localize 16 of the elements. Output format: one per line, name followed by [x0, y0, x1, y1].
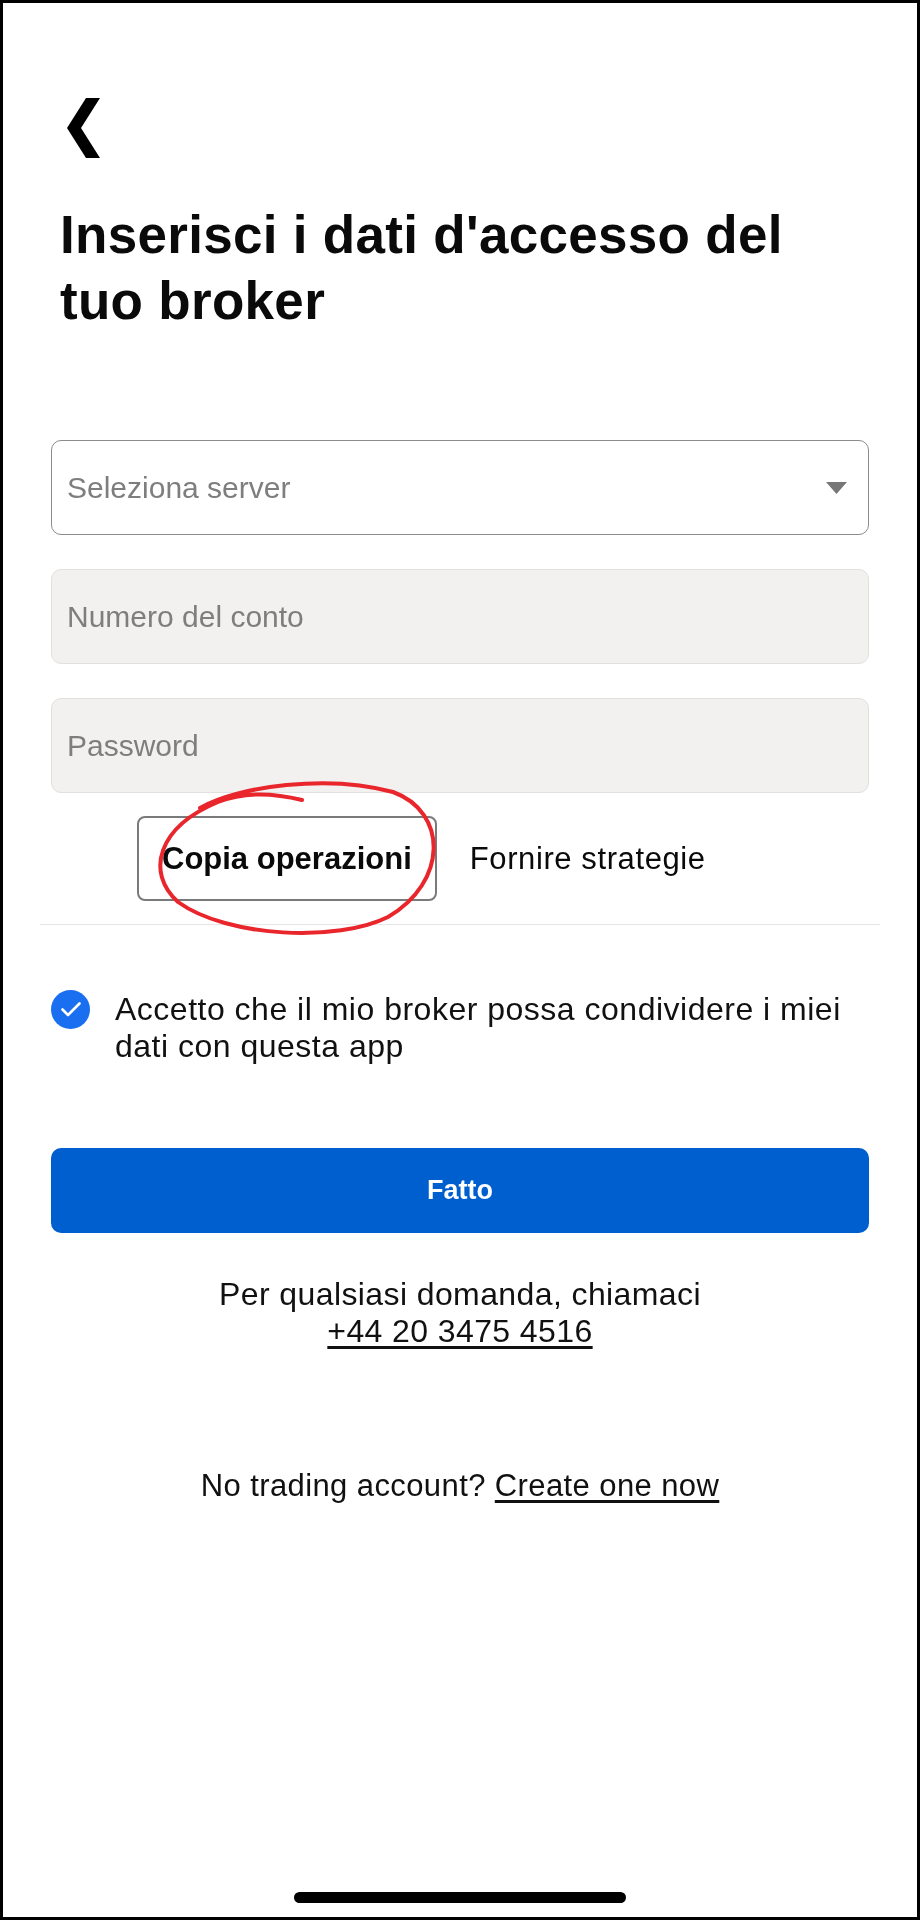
done-button[interactable]: Fatto [51, 1148, 869, 1233]
password-field[interactable]: Password [51, 698, 869, 793]
consent-text: Accetto che il mio broker possa condividere i miei dati con questa app [115, 991, 842, 1065]
checkmark-icon [60, 1002, 81, 1017]
server-select[interactable]: Seleziona server [51, 440, 869, 535]
back-icon [67, 98, 101, 158]
page-title: Inserisci i dati d'accesso del tuo broker [60, 204, 784, 332]
back-button[interactable] [67, 98, 101, 158]
consent-checkbox[interactable] [51, 990, 90, 1029]
input-field[interactable]: Numero del conto [51, 569, 869, 664]
support-text: Per qualsiasi domanda, chiamaci [219, 1276, 701, 1313]
signup-link[interactable]: Create one now [494, 1467, 720, 1504]
signup-prompt: No trading account? [200, 1467, 486, 1504]
caret-icon [826, 482, 847, 494]
mode-tab[interactable]: Copia operazioni [137, 816, 437, 901]
phone-link[interactable]: +44 20 3475 4516 [327, 1313, 593, 1350]
